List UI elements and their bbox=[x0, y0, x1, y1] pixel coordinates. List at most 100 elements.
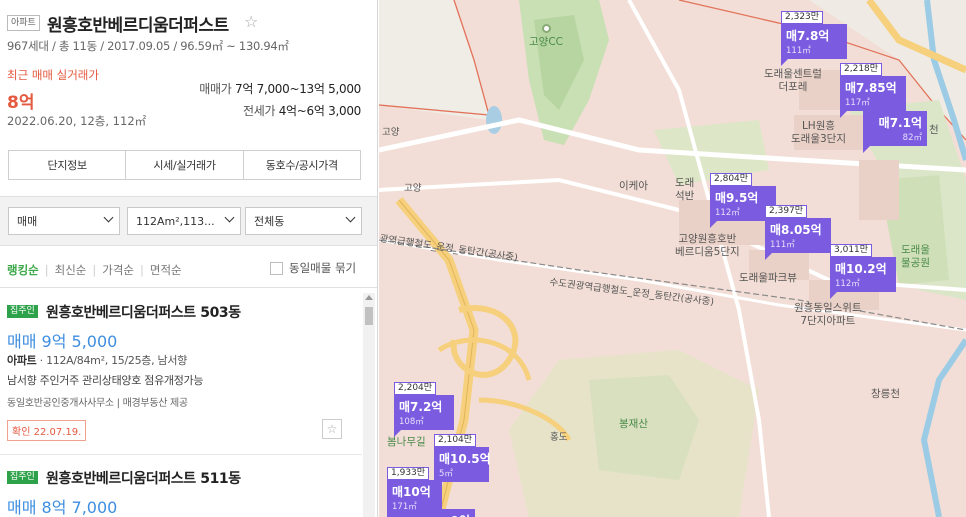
listing-title[interactable]: 원흥호반베르디움더퍼스트 511동 bbox=[46, 468, 241, 488]
map-label-bongjaesan: 봉재산 bbox=[619, 418, 648, 430]
marker-area: 117㎡ bbox=[845, 98, 870, 108]
chevron-down-icon bbox=[103, 212, 114, 223]
group-same-listings[interactable]: 동일매물 묶기 bbox=[270, 260, 356, 276]
sort-price[interactable]: 가격순 bbox=[102, 262, 134, 278]
map-view[interactable]: 고양CC 이케아 도래울센트럴 더포레 LH원흥 도래울3단지 고양원흥호반 베… bbox=[379, 0, 966, 517]
chevron-down-icon bbox=[345, 212, 356, 223]
complex-meta: 967세대 / 총 11동 / 2017.09.05 / 96.59㎡ ~ 13… bbox=[7, 39, 289, 53]
map-label-namu: 봄나무길 bbox=[387, 436, 426, 448]
listing-spec-detail: 112A/84m², 15/25층, 남서향 bbox=[46, 354, 187, 367]
map-label-wonheung7: 원흥동일스위트 7단지아파트 bbox=[794, 302, 862, 327]
marker-price: 매9.5억 bbox=[715, 191, 759, 205]
marker-tail bbox=[765, 253, 772, 260]
price-marker[interactable]: 1,933만 매10억 171㎡ bbox=[387, 460, 442, 517]
chevron-down-icon bbox=[224, 212, 235, 223]
tab-price-history[interactable]: 시세/실거래가 bbox=[126, 151, 244, 179]
marker-price-per-pyeong: 2,804만 bbox=[710, 173, 753, 186]
price-marker[interactable]: 3,011만 매10.2억 112㎡ bbox=[830, 237, 896, 299]
tab-unit-official-price[interactable]: 동호수/공시가격 bbox=[244, 151, 360, 179]
marker-price-per-pyeong: 2,397만 bbox=[765, 205, 808, 218]
map-label-cheon: 천 bbox=[929, 124, 939, 136]
divider bbox=[0, 287, 377, 288]
marker-area: 108㎡ bbox=[399, 417, 424, 427]
listing-spec-type: 아파트 bbox=[7, 354, 37, 367]
trade-type-select[interactable]: 매매 bbox=[8, 207, 120, 235]
trade-type-value: 매매 bbox=[17, 215, 38, 228]
sort-ranking[interactable]: 랭킹순 bbox=[7, 262, 39, 278]
price-marker[interactable]: 2,397만 매8.05억 111㎡ bbox=[765, 198, 831, 260]
map-label-changreung: 창릉천 bbox=[871, 388, 900, 400]
marker-tail bbox=[781, 59, 788, 66]
marker-price: 매10.5억 bbox=[439, 452, 491, 466]
area-select[interactable]: 112Am²,113... bbox=[127, 207, 241, 235]
sort-latest[interactable]: 최신순 bbox=[55, 262, 87, 278]
map-label-ikea: 이케아 bbox=[619, 180, 648, 192]
marker-price: 매7.8억 bbox=[786, 29, 830, 43]
marker-price: 매10억 bbox=[392, 485, 431, 499]
map-label-goyang-ic: 고양 bbox=[404, 183, 422, 194]
area-value: 112Am²,113... bbox=[136, 214, 215, 228]
marker-price-per-pyeong: 2,218만 bbox=[840, 63, 883, 76]
listing-favorite-star-icon[interactable]: ☆ bbox=[322, 419, 342, 439]
price-marker[interactable]: 2,323만 매7.8억 111㎡ bbox=[781, 4, 847, 66]
marker-area: 112㎡ bbox=[835, 279, 860, 289]
marker-area: 112㎡ bbox=[715, 208, 740, 218]
map-label-doraeul-park: 도래울파크뷰 bbox=[739, 272, 797, 284]
scroll-thumb[interactable] bbox=[365, 307, 373, 325]
map-label-goyang-small: 고양 bbox=[382, 127, 400, 138]
dong-select[interactable]: 전체동 bbox=[245, 207, 362, 235]
jeonse-range-value: 4억~6억 3,000 bbox=[278, 104, 362, 118]
marker-area: 111㎡ bbox=[786, 46, 811, 56]
price-marker[interactable]: 2,218만 매7.85억 117㎡ bbox=[840, 56, 906, 118]
marker-price: 매7.2억 bbox=[399, 400, 443, 414]
listing-price: 매매 9억 5,000 bbox=[7, 332, 118, 351]
divider bbox=[0, 454, 362, 455]
marker-price-per-pyeong: 3,011만 bbox=[830, 244, 873, 257]
marker-area: 111㎡ bbox=[770, 240, 795, 250]
sale-range-value: 7억 7,000~13억 5,000 bbox=[235, 82, 361, 96]
complex-panel: 아파트 원흥호반베르디움더퍼스트 ☆ 967세대 / 총 11동 / 2017.… bbox=[0, 0, 378, 517]
marker-tail bbox=[863, 146, 870, 153]
filter-bar: 매매 112Am²,113... 전체동 bbox=[0, 196, 377, 246]
listing-spec: 아파트 · 112A/84m², 15/25층, 남서향 bbox=[7, 354, 187, 367]
map-label-doraeul-central: 도래울센트럴 더포레 bbox=[764, 68, 822, 93]
marker-price: 매8.05억 bbox=[770, 223, 822, 237]
favorite-star-icon[interactable]: ☆ bbox=[244, 12, 258, 31]
sort-area[interactable]: 면적순 bbox=[150, 262, 182, 278]
marker-tail bbox=[840, 111, 847, 118]
marker-price: 매10.2억 bbox=[835, 262, 887, 276]
type-badge: 아파트 bbox=[7, 15, 40, 31]
price-marker[interactable]: 2,104만 매10.5억 5㎡ bbox=[434, 427, 491, 482]
sale-price-range: 매매가 7억 7,000~13억 5,000 bbox=[199, 80, 361, 97]
marker-price-per-pyeong: 2,104만 bbox=[434, 434, 477, 447]
marker-area: 5㎡ bbox=[439, 469, 453, 479]
marker-area: 82㎡ bbox=[902, 133, 922, 143]
map-label-seokban: 도래 석반 bbox=[675, 177, 695, 202]
listing-agent: 동일호반공인중개사사무소 | 매경부동산 제공 bbox=[7, 398, 188, 409]
dong-value: 전체동 bbox=[254, 215, 285, 228]
golf-pin-icon bbox=[542, 24, 551, 33]
recent-trade-price: 8억 bbox=[7, 93, 35, 113]
marker-price-per-pyeong: 2,323만 bbox=[781, 11, 824, 24]
owner-badge: 집주인 bbox=[7, 471, 38, 484]
listing-price: 매매 8억 7,000 bbox=[7, 498, 118, 517]
recent-trade-date: 2022.06.20, 12층, 112㎡ bbox=[7, 114, 147, 128]
scroll-up-arrow-icon[interactable] bbox=[365, 295, 373, 300]
jeonse-price-range: 전세가 4억~6억 3,000 bbox=[243, 102, 361, 119]
map-label-goyang-cc: 고양CC bbox=[529, 36, 563, 48]
jeonse-label: 전세가 bbox=[242, 104, 276, 118]
sale-label: 매매가 bbox=[199, 82, 232, 96]
marker-price-per-pyeong: 1,933만 bbox=[387, 467, 430, 480]
listing-scrollbar[interactable] bbox=[363, 293, 375, 517]
recent-trade-label: 최근 매매 실거래가 bbox=[7, 68, 99, 82]
tab-complex-info[interactable]: 단지정보 bbox=[9, 151, 127, 179]
map-label-wonheung5: 고양원흥호반 베르디움5단지 bbox=[675, 233, 740, 258]
marker-tail bbox=[710, 221, 717, 228]
marker-price: 매7.85억 bbox=[845, 81, 897, 95]
marker-area: 171㎡ bbox=[392, 502, 417, 512]
listing-title[interactable]: 원흥호반베르디움더퍼스트 503동 bbox=[46, 302, 241, 322]
complex-tabs: 단지정보 시세/실거래가 동호수/공시가격 bbox=[8, 150, 361, 180]
map-label-hongdo-ic: 홍도 bbox=[550, 432, 568, 443]
map-label-lh: LH원흥 도래울3단지 bbox=[791, 120, 846, 145]
group-checkbox[interactable] bbox=[270, 261, 283, 275]
